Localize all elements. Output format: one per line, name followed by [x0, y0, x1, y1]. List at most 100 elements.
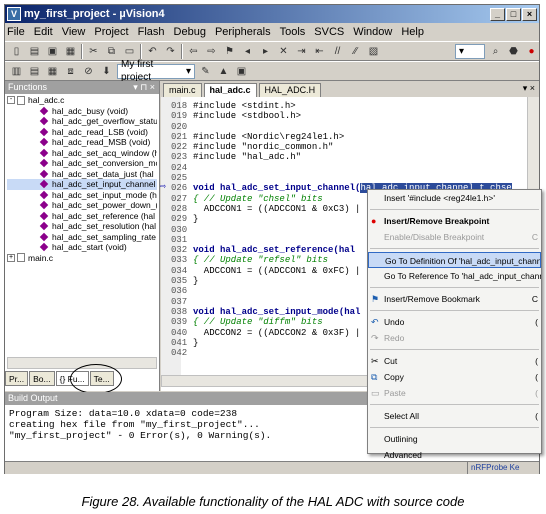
nav-forward-icon[interactable]: ⇨: [204, 44, 219, 59]
books-icon[interactable]: ▣: [234, 64, 249, 79]
breakpoint-icon[interactable]: ●: [524, 44, 539, 59]
panel-controls[interactable]: ▾ ⊓ ×: [133, 81, 155, 94]
function-icon: [39, 159, 49, 168]
menu-help[interactable]: Help: [401, 26, 424, 38]
cut-icon[interactable]: ✂: [86, 44, 101, 59]
function-item[interactable]: hal_adc_read_LSB (void): [7, 127, 157, 138]
minimize-button[interactable]: _: [490, 7, 505, 21]
line-text: [193, 122, 539, 132]
bookmark-prev-icon[interactable]: ◂: [240, 44, 255, 59]
search-icon[interactable]: ⌕: [488, 44, 503, 59]
function-icon: [39, 106, 49, 115]
function-item[interactable]: hal_adc_busy (void): [7, 106, 157, 117]
close-icon[interactable]: ▾ ×: [523, 83, 535, 94]
menu-file[interactable]: File: [7, 26, 25, 38]
new-file-icon[interactable]: ▯: [9, 44, 24, 59]
ctx-insert-remove-bookmark[interactable]: ⚑ Insert/Remove Bookmark C: [368, 291, 541, 307]
ctx-undo[interactable]: ↶ Undo (: [368, 314, 541, 330]
ctx-select-all[interactable]: Select All (: [368, 408, 541, 424]
paste-icon[interactable]: ▭: [122, 44, 137, 59]
ctx-insert-include-reg24le1-h[interactable]: Insert '#include <reg24le1.h>': [368, 190, 541, 206]
menu-tools[interactable]: Tools: [280, 26, 306, 38]
menu-project[interactable]: Project: [94, 26, 128, 38]
editor-tab[interactable]: main.c: [163, 83, 202, 97]
function-item[interactable]: hal_adc_set_sampling_rate: [7, 232, 157, 243]
ctx-copy[interactable]: ⧉ Copy (: [368, 369, 541, 385]
unindent-icon[interactable]: ⇤: [312, 44, 327, 59]
title-bar: V my_first_project - µVision4 _ □ ×: [5, 5, 539, 23]
ctx-advanced[interactable]: Advanced: [368, 447, 541, 463]
ctx-insert-remove-breakpoint[interactable]: ● Insert/Remove Breakpoint: [368, 213, 541, 229]
target-select[interactable]: My first project ▾: [117, 59, 195, 83]
function-item[interactable]: hal_adc_set_input_channel: [7, 179, 157, 190]
translate-icon[interactable]: ▥: [9, 64, 24, 79]
status-debugger: nRFProbe Ke: [467, 462, 539, 474]
editor-tab[interactable]: HAL_ADC.H: [258, 83, 322, 97]
nav-back-icon[interactable]: ⇦: [186, 44, 201, 59]
copy-icon[interactable]: ⧉: [104, 44, 119, 59]
save-all-icon[interactable]: ▦: [63, 44, 78, 59]
stop-build-icon[interactable]: ⊘: [81, 64, 96, 79]
tab-project[interactable]: Pr...: [5, 371, 29, 386]
menu-edit[interactable]: Edit: [34, 26, 53, 38]
open-file-icon[interactable]: ▤: [27, 44, 42, 59]
comment-icon[interactable]: //: [330, 44, 345, 59]
undo-icon[interactable]: ↶: [145, 44, 160, 59]
function-item[interactable]: hal_adc_set_reference (hal: [7, 211, 157, 222]
expand-icon[interactable]: +: [7, 253, 15, 262]
menu-debug[interactable]: Debug: [174, 26, 206, 38]
function-item[interactable]: hal_adc_set_conversion_mc: [7, 158, 157, 169]
ctx-paste[interactable]: ▭ Paste (: [368, 385, 541, 401]
function-item[interactable]: hal_adc_read_MSB (void): [7, 137, 157, 148]
menu-svcs[interactable]: SVCS: [314, 26, 344, 38]
ctx-go-to-reference-to-hal-adc-inp[interactable]: Go To Reference To 'hal_adc_input_channe: [368, 268, 541, 284]
ctx-outlining[interactable]: Outlining: [368, 431, 541, 447]
editor-tab[interactable]: hal_adc.c: [203, 83, 257, 97]
batch-build-icon[interactable]: ⧈: [63, 64, 78, 79]
tree-file[interactable]: - hal_adc.c: [7, 95, 157, 106]
function-item[interactable]: hal_adc_set_power_down_(: [7, 200, 157, 211]
ctx-enable-disable-breakpoint[interactable]: Enable/Disable Breakpoint C: [368, 229, 541, 245]
function-item[interactable]: hal_adc_start (void): [7, 242, 157, 253]
line-code: ADCCON1 = ((ADCCON1 & 0xFC) |: [193, 265, 361, 276]
function-icon: [39, 138, 49, 147]
file-icon: [17, 95, 25, 105]
find-in-files-icon[interactable]: ▧: [366, 44, 381, 59]
indent-icon[interactable]: ⇥: [294, 44, 309, 59]
close-button[interactable]: ×: [522, 7, 537, 21]
function-item[interactable]: hal_adc_get_overflow_statu: [7, 116, 157, 127]
uncomment-icon[interactable]: ∕∕: [348, 44, 363, 59]
function-label: hal_adc_set_sampling_rate: [52, 231, 156, 242]
menu-view[interactable]: View: [62, 26, 86, 38]
function-item[interactable]: hal_adc_set_data_just (hal: [7, 169, 157, 180]
manage-components-icon[interactable]: ▲: [216, 64, 231, 79]
line-number: 021: [171, 131, 188, 142]
bookmark-icon[interactable]: ⚑: [222, 44, 237, 59]
tree-file[interactable]: + main.c: [7, 253, 157, 264]
function-item[interactable]: hal_adc_set_acq_window (h: [7, 148, 157, 159]
function-item[interactable]: hal_adc_set_input_mode (h: [7, 190, 157, 201]
function-item[interactable]: hal_adc_set_resolution (hal: [7, 221, 157, 232]
menu-window[interactable]: Window: [353, 26, 392, 38]
tab-books[interactable]: Bo...: [29, 371, 55, 386]
build-icon[interactable]: ▤: [27, 64, 42, 79]
menu-separator: [370, 248, 539, 249]
paste-icon: ▭: [371, 388, 380, 398]
bookmark-clear-icon[interactable]: ✕: [276, 44, 291, 59]
menu-peripherals[interactable]: Peripherals: [215, 26, 271, 38]
collapse-icon[interactable]: -: [7, 96, 15, 105]
save-icon[interactable]: ▣: [45, 44, 60, 59]
debug-icon[interactable]: ⬣: [506, 44, 521, 59]
maximize-button[interactable]: □: [506, 7, 521, 21]
ctx-redo[interactable]: ↷ Redo: [368, 330, 541, 346]
download-icon[interactable]: ⬇: [99, 64, 114, 79]
redo-icon[interactable]: ↷: [163, 44, 178, 59]
bookmark-next-icon[interactable]: ▸: [258, 44, 273, 59]
menu-flash[interactable]: Flash: [138, 26, 165, 38]
rebuild-icon[interactable]: ▦: [45, 64, 60, 79]
find-combo[interactable]: ▾: [455, 43, 485, 59]
target-options-icon[interactable]: ✎: [198, 64, 213, 79]
ctx-cut[interactable]: ✂ Cut (: [368, 353, 541, 369]
toolbar-separator: [181, 43, 183, 59]
ctx-go-to-definition-of-hal-adc-in[interactable]: Go To Definition Of 'hal_adc_input_chann…: [368, 252, 541, 268]
